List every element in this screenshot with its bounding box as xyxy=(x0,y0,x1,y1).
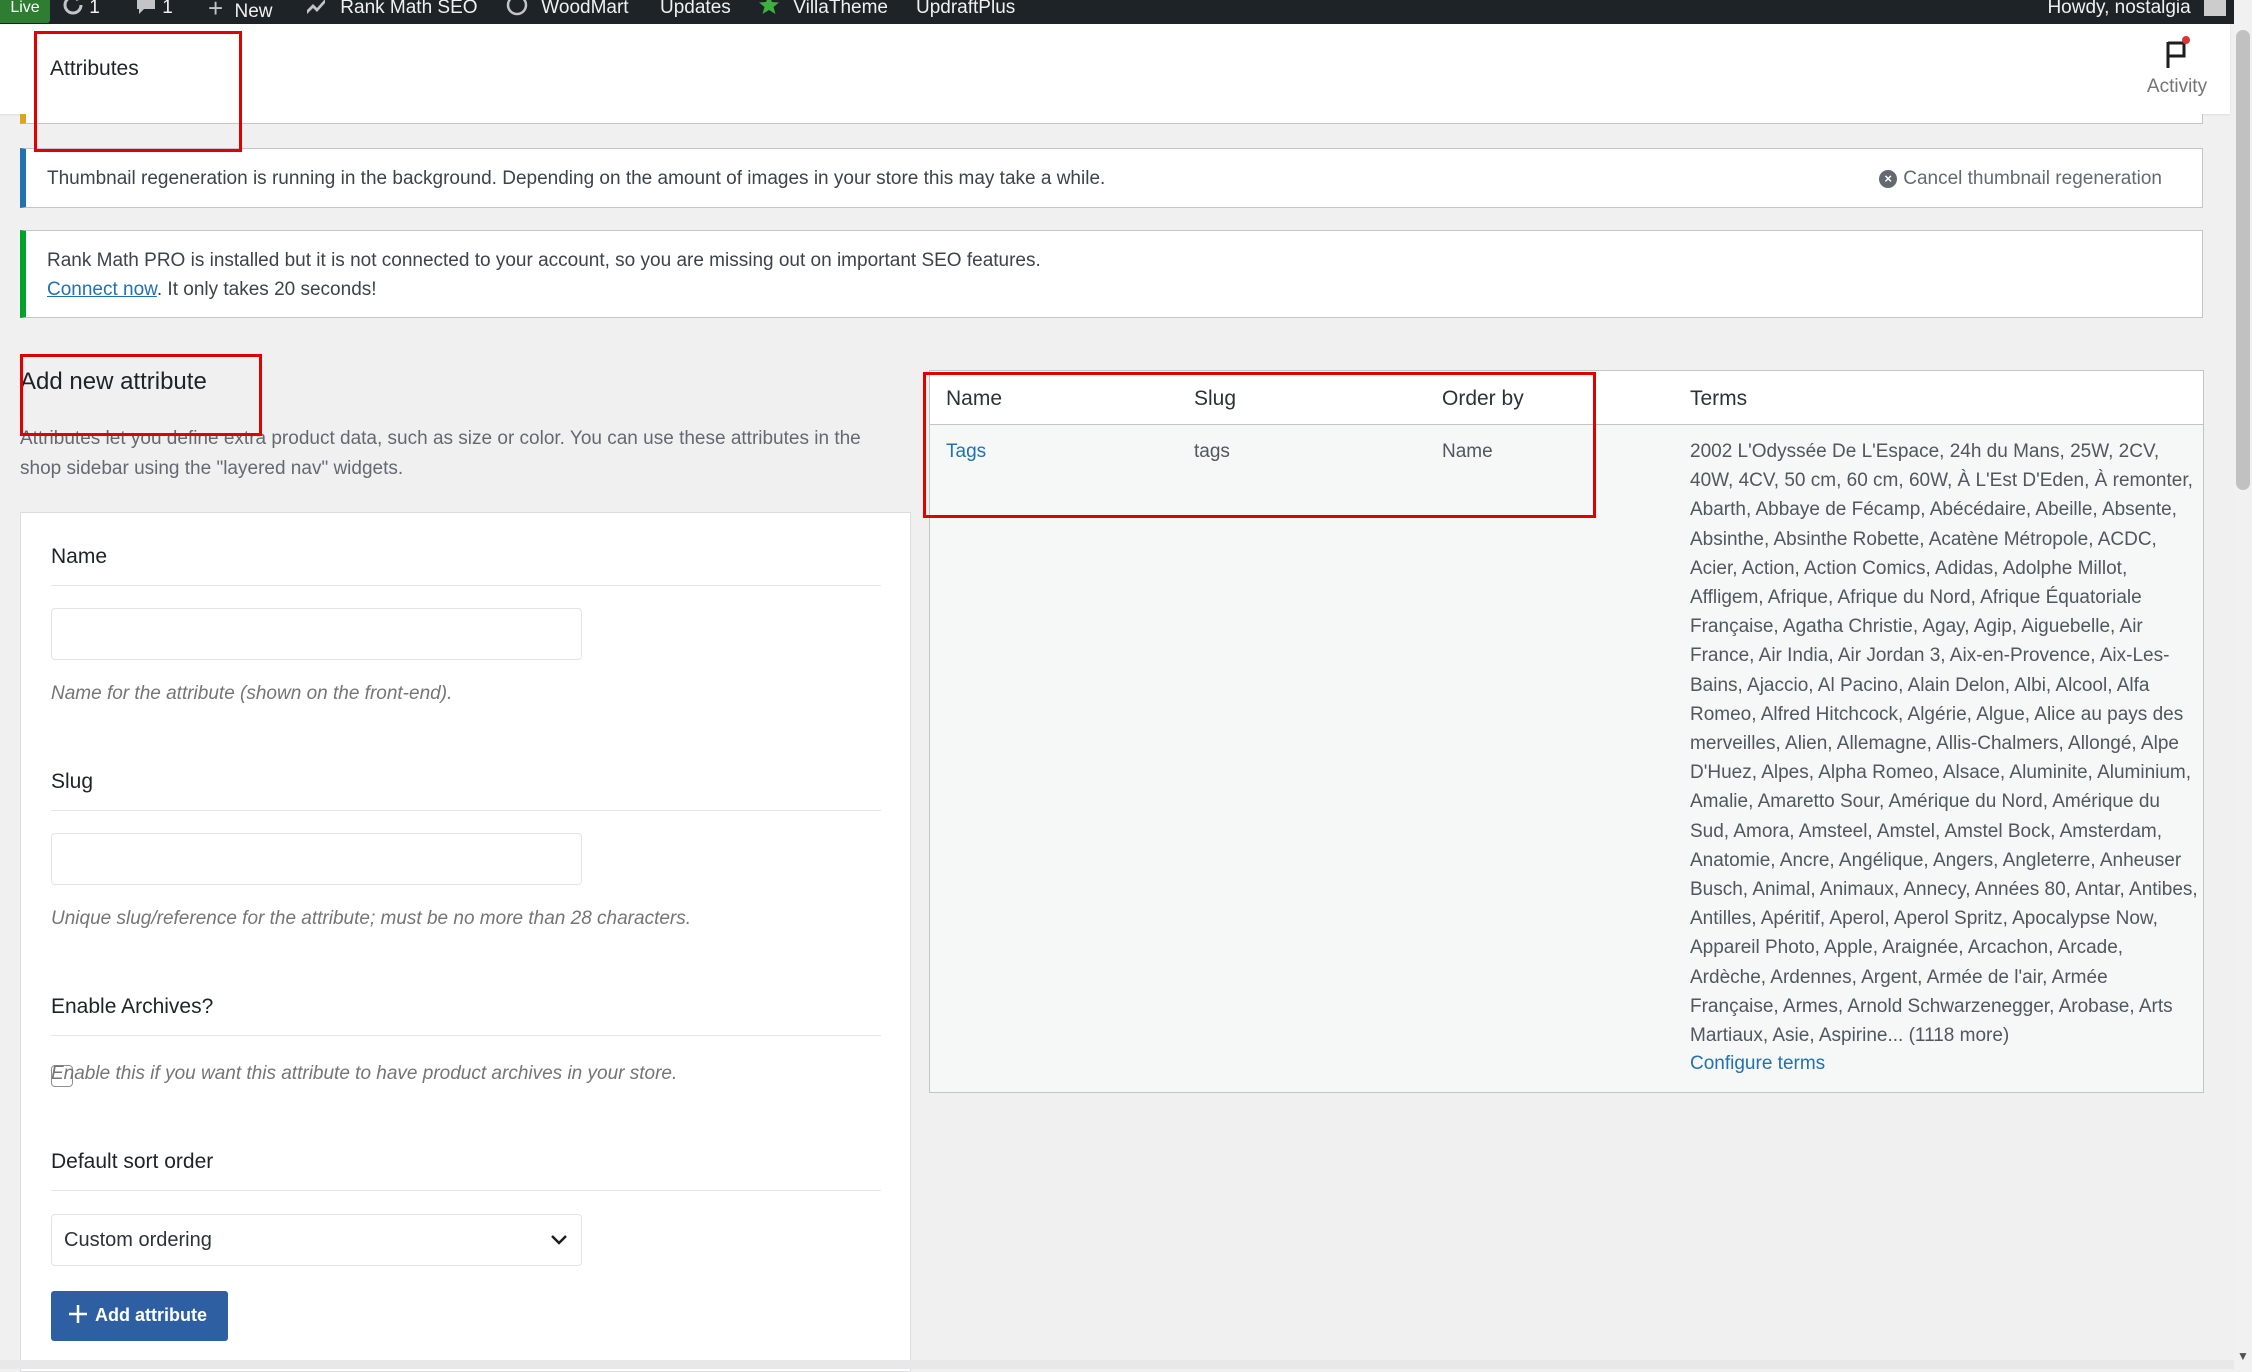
cancel-thumbnail-regeneration-link[interactable]: × Cancel thumbnail regeneration xyxy=(1879,168,2162,190)
column-header-order-by: Order by xyxy=(1442,387,1524,410)
live-badge: Live xyxy=(0,0,50,23)
add-attribute-form: Name Name for the attribute (shown on th… xyxy=(20,512,911,1372)
account-menu[interactable]: Howdy, nostalgia xyxy=(2047,0,2226,23)
thumbnail-notice-text: Thumbnail regeneration is running in the… xyxy=(47,168,1106,189)
default-sort-order-label: Default sort order xyxy=(51,1150,214,1173)
enable-archives-label: Enable Archives? xyxy=(51,995,214,1018)
rank-math-notice-suffix: . It only takes 20 seconds! xyxy=(156,279,377,300)
howdy-label: Howdy, nostalgia xyxy=(2047,0,2191,18)
refresh-icon xyxy=(63,0,83,15)
attribute-slug: tags xyxy=(1194,441,1230,462)
add-attribute-title: Add new attribute xyxy=(20,368,207,395)
horizontal-scrollbar xyxy=(0,1360,2234,1369)
divider xyxy=(51,1190,881,1191)
table-header: Name Slug Order by Terms xyxy=(930,371,2203,425)
updates-counter[interactable]: 1 xyxy=(62,0,100,23)
name-help-text: Name for the attribute (shown on the fro… xyxy=(51,683,453,704)
updraftplus-menu[interactable]: UpdraftPlus xyxy=(916,0,1015,23)
updates-menu[interactable]: Updates xyxy=(660,0,731,23)
new-label: New xyxy=(234,1,273,22)
rank-math-menu[interactable]: Rank Math SEO xyxy=(305,0,478,23)
attribute-terms: 2002 L'Odyssée De L'Espace, 24h du Mans,… xyxy=(1690,441,2198,1047)
attributes-table: Name Slug Order by Terms Tags tags Name … xyxy=(929,370,2204,1093)
name-label: Name xyxy=(51,545,108,568)
flag-icon xyxy=(2166,36,2190,68)
avatar xyxy=(2204,0,2226,16)
column-header-terms: Terms xyxy=(1690,387,1748,410)
woodmart-label: WoodMart xyxy=(541,0,629,18)
plus-icon: + xyxy=(208,0,224,23)
updates-label: Updates xyxy=(660,0,731,18)
new-content-menu[interactable]: + New xyxy=(208,0,272,23)
divider xyxy=(51,810,881,811)
attribute-name-input[interactable] xyxy=(51,608,582,660)
woodmart-menu[interactable]: WoodMart xyxy=(506,0,629,23)
rank-math-notice-line2: Connect now. It only takes 20 seconds! xyxy=(47,279,377,301)
activity-label: Activity xyxy=(2146,76,2208,97)
chevron-down-icon xyxy=(551,1235,567,1245)
page-title: Attributes xyxy=(50,57,139,80)
scroll-down-arrow-icon[interactable]: ▼ xyxy=(2237,1349,2249,1363)
add-attribute-button-label: Add attribute xyxy=(95,1305,207,1325)
thumbnail-regeneration-notice: Thumbnail regeneration is running in the… xyxy=(20,148,2203,208)
rank-math-notice: Rank Math PRO is installed but it is not… xyxy=(20,230,2203,318)
add-attribute-button[interactable]: Add attribute xyxy=(51,1291,228,1341)
connect-now-link[interactable]: Connect now xyxy=(47,279,157,300)
comments-counter[interactable]: 1 xyxy=(135,0,173,23)
attribute-name-link[interactable]: Tags xyxy=(946,441,986,463)
column-header-slug: Slug xyxy=(1194,387,1237,410)
villatheme-label: VillaTheme xyxy=(793,0,888,18)
admin-bar: Live 1 1 + New Rank Math SEO WoodMart Up… xyxy=(0,0,2252,24)
column-header-name: Name xyxy=(946,387,1003,410)
activity-button[interactable]: Activity xyxy=(2132,36,2222,98)
close-circle-icon: × xyxy=(1879,170,1898,188)
slug-label: Slug xyxy=(51,770,94,793)
comment-icon xyxy=(137,0,155,14)
page-header: Attributes Activity xyxy=(0,24,2230,114)
cancel-regeneration-label: Cancel thumbnail regeneration xyxy=(1903,168,2162,189)
sort-order-value: Custom ordering xyxy=(64,1229,212,1251)
attribute-slug-input[interactable] xyxy=(51,833,582,885)
archives-help-text: Enable this if you want this attribute t… xyxy=(51,1063,678,1084)
add-attribute-description: Attributes let you define extra product … xyxy=(20,428,861,479)
updates-count: 1 xyxy=(89,0,100,18)
woodmart-icon xyxy=(506,0,528,16)
rank-math-notice-text: Rank Math PRO is installed but it is not… xyxy=(47,250,1041,271)
star-icon xyxy=(759,0,779,14)
rank-math-label: Rank Math SEO xyxy=(340,0,478,18)
divider xyxy=(51,585,881,586)
divider xyxy=(51,1035,881,1036)
comments-count: 1 xyxy=(162,0,173,18)
villatheme-menu[interactable]: VillaTheme xyxy=(758,0,888,23)
scrollbar-thumb[interactable] xyxy=(2236,30,2250,490)
default-sort-order-select[interactable]: Custom ordering xyxy=(51,1214,582,1266)
configure-terms-link[interactable]: Configure terms xyxy=(1690,1053,1825,1075)
plus-icon xyxy=(69,1305,87,1323)
slug-help-text: Unique slug/reference for the attribute;… xyxy=(51,908,692,929)
notice-collapsed xyxy=(20,114,2203,124)
rank-math-icon xyxy=(307,0,325,14)
updraftplus-label: UpdraftPlus xyxy=(916,0,1016,18)
page-scrollbar[interactable]: ▼ xyxy=(2234,0,2252,1369)
attribute-order-by: Name xyxy=(1442,441,1493,462)
